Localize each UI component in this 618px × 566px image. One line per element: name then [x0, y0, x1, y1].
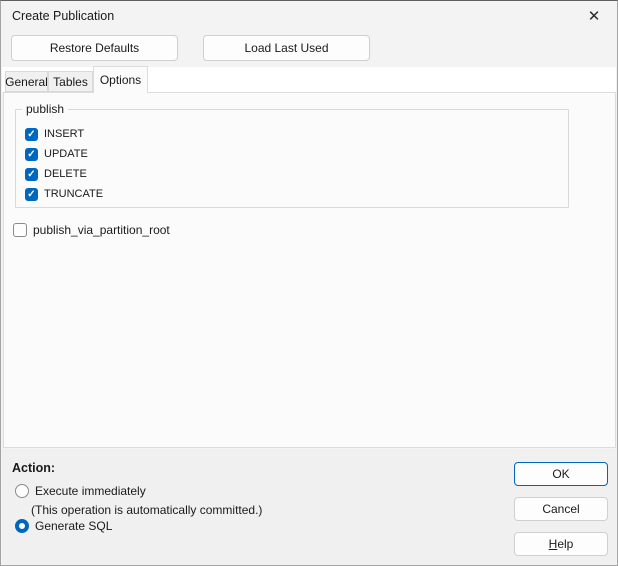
checkbox-row-delete[interactable]: ✓ DELETE: [25, 167, 87, 181]
generate-sql-label: Generate SQL: [35, 518, 113, 533]
insert-checkbox-label: INSERT: [44, 128, 85, 140]
delete-checkbox[interactable]: ✓: [25, 167, 38, 181]
create-publication-dialog: Create Publication ✕ Restore Defaults Lo…: [0, 0, 618, 566]
check-icon: ✓: [27, 148, 36, 160]
checkbox-row-insert[interactable]: ✓ INSERT: [25, 127, 84, 141]
truncate-checkbox-label: TRUNCATE: [44, 188, 104, 200]
publish-via-partition-root-label: publish_via_partition_root: [33, 222, 170, 237]
publish-group-box: publish ✓ INSERT ✓ UPDATE ✓ DELETE ✓ TRU…: [15, 102, 569, 208]
radio-row-generate-sql[interactable]: Generate SQL: [15, 518, 112, 533]
check-icon: ✓: [27, 168, 36, 180]
tab-tables[interactable]: Tables: [48, 71, 93, 92]
tab-options[interactable]: Options: [93, 66, 148, 93]
update-checkbox-label: UPDATE: [44, 148, 88, 160]
checkbox-row-publish-via-partition-root[interactable]: publish_via_partition_root: [13, 222, 170, 237]
checkbox-row-update[interactable]: ✓ UPDATE: [25, 147, 88, 161]
update-checkbox[interactable]: ✓: [25, 147, 38, 161]
radio-row-execute-immediately[interactable]: Execute immediately: [15, 483, 146, 498]
load-last-used-button[interactable]: Load Last Used: [203, 35, 370, 61]
execute-immediately-radio[interactable]: [15, 483, 29, 498]
tab-general[interactable]: General: [5, 71, 48, 92]
check-icon: ✓: [27, 188, 36, 200]
execute-immediately-note: (This operation is automatically committ…: [31, 503, 263, 517]
ok-button[interactable]: OK: [514, 462, 608, 486]
truncate-checkbox[interactable]: ✓: [25, 187, 38, 201]
checkbox-row-truncate[interactable]: ✓ TRUNCATE: [25, 187, 103, 201]
window-title: Create Publication: [12, 9, 115, 23]
delete-checkbox-label: DELETE: [44, 168, 87, 180]
help-button[interactable]: Help: [514, 532, 608, 556]
publish-group-label: publish: [22, 102, 69, 116]
cancel-button[interactable]: Cancel: [514, 497, 608, 521]
help-button-mnemonic: H: [548, 537, 558, 551]
execute-immediately-label: Execute immediately: [35, 483, 146, 498]
publish-via-partition-root-checkbox[interactable]: [13, 222, 27, 237]
action-label: Action:: [12, 461, 56, 475]
insert-checkbox[interactable]: ✓: [25, 127, 38, 141]
title-bar: Create Publication ✕: [1, 1, 617, 31]
restore-defaults-button[interactable]: Restore Defaults: [11, 35, 178, 61]
help-button-label-rest: elp: [557, 537, 574, 551]
generate-sql-radio[interactable]: [15, 518, 29, 533]
close-icon[interactable]: ✕: [579, 3, 609, 29]
check-icon: ✓: [27, 128, 36, 140]
action-bar: Action: Execute immediately (This operat…: [2, 449, 616, 564]
options-tab-page: publish ✓ INSERT ✓ UPDATE ✓ DELETE ✓ TRU…: [3, 92, 616, 448]
